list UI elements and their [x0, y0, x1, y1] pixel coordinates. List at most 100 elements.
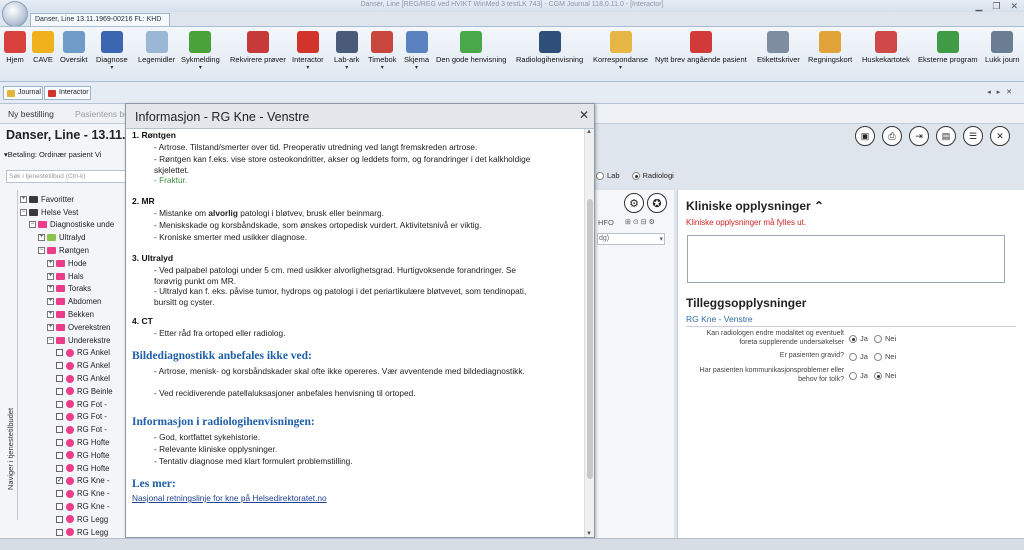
ribbon-button-0[interactable]: Hjem — [4, 31, 26, 64]
expand-icon[interactable]: + — [47, 323, 54, 331]
close-icon[interactable]: ✕ — [1010, 1, 1018, 12]
dropdown-marker[interactable]: ▾ — [619, 64, 622, 71]
minimize-icon[interactable]: ▁ — [975, 1, 982, 12]
dropdown-marker[interactable]: ▾ — [199, 64, 202, 71]
radio-yes[interactable] — [849, 335, 857, 344]
payment-row[interactable]: ▾Betaling: Ordinær pasient Vi — [4, 150, 126, 164]
book-icon[interactable]: ▤ — [936, 126, 956, 146]
ribbon-button-12[interactable]: Radiologihenvisning — [516, 31, 583, 64]
app-tab[interactable]: Danser, Line 13.11.1969-00216 FL: KHD — [30, 13, 170, 26]
tree-item[interactable]: RG Ankel — [20, 372, 126, 385]
tree-folder[interactable]: + Abdomen — [20, 295, 126, 308]
ribbon-button-7[interactable]: Interactor ▾ — [292, 31, 324, 71]
checkbox[interactable] — [56, 490, 63, 498]
collapse-icon[interactable]: − — [29, 221, 36, 229]
ribbon-button-19[interactable]: Lukk journ — [985, 31, 1020, 64]
expand-icon[interactable]: + — [47, 298, 54, 306]
expand-icon[interactable]: + — [47, 272, 54, 280]
tab-navigation-arrows[interactable]: ◂ ▸ ✕ — [987, 88, 1014, 96]
checkbox[interactable] — [56, 439, 63, 447]
tree-folder[interactable]: + Bekken — [20, 308, 126, 321]
radio-lab[interactable]: Lab — [596, 171, 620, 181]
dropdown-marker[interactable]: ▾ — [415, 64, 418, 71]
checkbox[interactable] — [56, 375, 63, 383]
guideline-link[interactable]: Nasjonal retningslinje for kne på Helsed… — [132, 493, 327, 503]
tree-item[interactable]: ✓ RG Kne - — [20, 475, 126, 488]
tree-item[interactable]: RG Hofte — [20, 449, 126, 462]
tree-item[interactable]: RG Fot - — [20, 423, 126, 436]
ribbon-button-9[interactable]: Timebok ▾ — [368, 31, 396, 71]
tree-folder[interactable]: + Favoritter — [20, 193, 126, 206]
checkbox[interactable] — [56, 464, 63, 472]
tree-folder[interactable]: − Røntgen — [20, 244, 126, 257]
tree-item[interactable]: RG Fot - — [20, 411, 126, 424]
collapse-icon[interactable]: − — [20, 208, 27, 216]
dialog-scrollbar[interactable]: ▲ ▼ — [584, 129, 594, 537]
tree-item[interactable]: RG Hofte — [20, 436, 126, 449]
tree-item[interactable]: RG Fot - — [20, 398, 126, 411]
radio-no[interactable] — [874, 353, 883, 362]
ribbon-button-10[interactable]: Skjema ▾ — [404, 31, 429, 71]
tree-item[interactable]: RG Ankel — [20, 359, 126, 372]
expand-icon[interactable]: + — [20, 195, 27, 203]
cancel-icon[interactable]: ✕ — [990, 126, 1010, 146]
expand-icon[interactable]: + — [47, 285, 54, 293]
tree-item[interactable]: RG Legg — [20, 513, 126, 526]
radio-no[interactable] — [874, 372, 883, 381]
checkbox[interactable] — [56, 528, 63, 536]
tree-folder[interactable]: − Helse Vest — [20, 206, 126, 219]
tree-item[interactable]: RG Kne - — [20, 500, 126, 513]
restore-icon[interactable]: ❐ — [992, 1, 1000, 12]
ribbon-button-8[interactable]: Lab-ark ▾ — [334, 31, 359, 71]
tree-folder[interactable]: + Toraks — [20, 283, 126, 296]
tab-new-order[interactable]: Ny bestilling — [8, 109, 54, 119]
save-icon[interactable]: ▣ — [855, 126, 875, 146]
scroll-up-icon[interactable]: ▲ — [586, 129, 592, 135]
clinical-textarea[interactable] — [687, 235, 1005, 283]
export-icon[interactable]: ⇥ — [909, 126, 929, 146]
tree-folder[interactable]: + Hals — [20, 270, 126, 283]
ribbon-button-17[interactable]: Huskekartotek — [862, 31, 910, 64]
ribbon-button-6[interactable]: Rekvirere prøver — [230, 31, 286, 64]
ribbon-button-14[interactable]: Nytt brev angående pasient — [655, 31, 747, 64]
checkbox[interactable] — [56, 515, 63, 523]
checkbox[interactable]: ✓ — [56, 477, 63, 485]
tab-journal[interactable]: Journal — [3, 86, 43, 100]
ribbon-button-4[interactable]: Legemidler — [138, 31, 175, 64]
star-settings-icon[interactable]: ✪ — [647, 193, 667, 213]
ribbon-button-2[interactable]: Oversikt — [60, 31, 88, 64]
expand-icon[interactable]: + — [47, 311, 54, 319]
tree-item[interactable]: RG Kne - — [20, 487, 126, 500]
tab-patient-orders[interactable]: Pasientens be — [75, 109, 129, 119]
checkbox[interactable] — [56, 349, 63, 357]
scroll-thumb[interactable] — [587, 199, 593, 479]
ribbon-button-16[interactable]: Regningskort — [808, 31, 852, 64]
dropdown-marker[interactable]: ▾ — [110, 64, 113, 71]
clinical-heading[interactable]: Kliniske opplysninger ⌃ — [686, 199, 824, 213]
search-input[interactable]: Søk i tjenestetilbud (Ctrl-k) — [6, 170, 126, 183]
checkbox[interactable] — [56, 451, 63, 459]
radio-radiology[interactable]: Radiologi — [631, 171, 674, 181]
radio-no[interactable] — [874, 335, 883, 344]
tree-item[interactable]: RG Hofte — [20, 462, 126, 475]
print-icon[interactable]: ⎙ — [882, 126, 902, 146]
tree-folder[interactable]: + Ultralyd — [20, 231, 126, 244]
expand-icon[interactable]: + — [47, 259, 54, 267]
ribbon-button-13[interactable]: Korrespondanse ▾ — [593, 31, 648, 71]
scroll-down-icon[interactable]: ▼ — [586, 531, 592, 537]
ribbon-button-18[interactable]: Eksterne program — [918, 31, 978, 64]
radio-yes[interactable] — [849, 353, 857, 362]
dialog-content[interactable]: 1. Røntgen - Artrose. Tilstand/smerter ov… — [130, 129, 582, 537]
app-menu-button[interactable] — [2, 1, 28, 27]
collapse-icon[interactable]: − — [47, 336, 54, 344]
ribbon-button-11[interactable]: Den gode henvisning — [436, 31, 506, 64]
gear-icon[interactable]: ⚙ — [624, 193, 644, 213]
dropdown-marker[interactable]: ▾ — [345, 64, 348, 71]
ribbon-button-5[interactable]: Sykmelding ▾ — [181, 31, 220, 71]
collapse-icon[interactable]: − — [38, 247, 45, 255]
tree-folder[interactable]: + Hode — [20, 257, 126, 270]
checkbox[interactable] — [56, 413, 63, 421]
tab-interactor[interactable]: Interactor — [44, 86, 91, 100]
list-icon[interactable]: ☰ — [963, 126, 983, 146]
navigator-sidebar[interactable]: Naviger i tjenestetilbudet — [4, 190, 18, 520]
